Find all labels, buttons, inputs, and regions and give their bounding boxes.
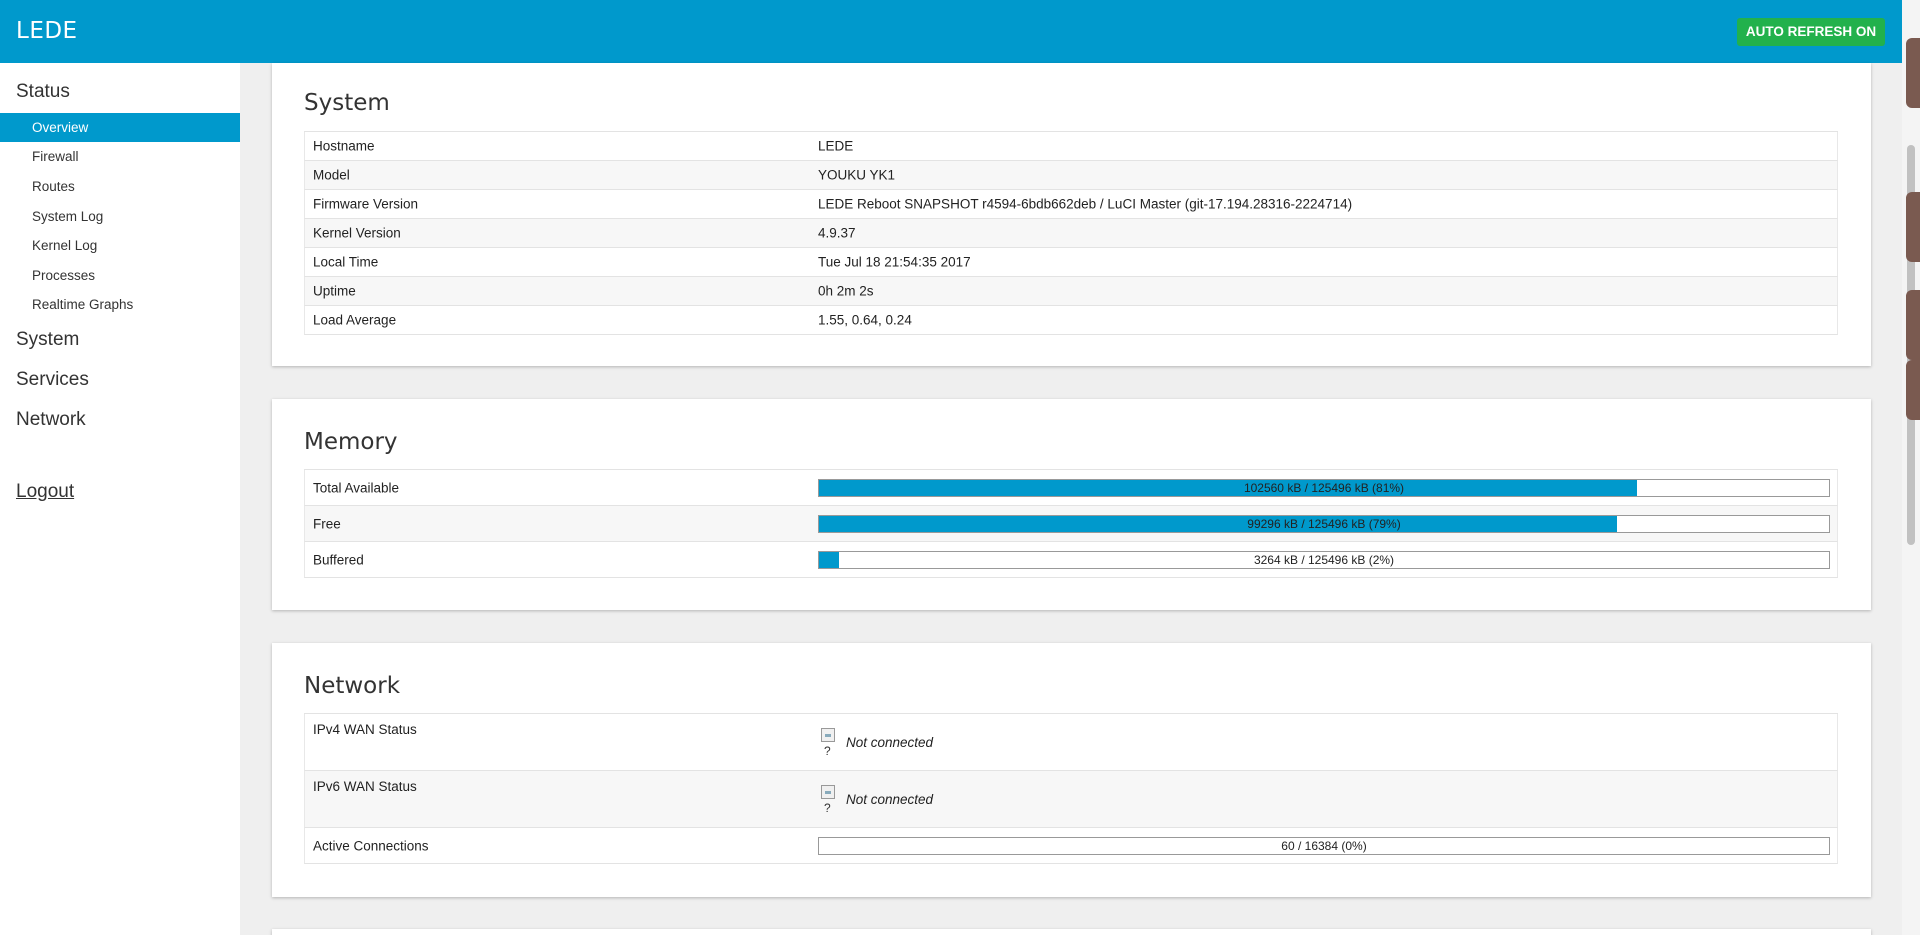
nav-system-log[interactable]: System Log (0, 202, 240, 231)
side-thumbnail (1906, 192, 1920, 262)
row-value: 1.55, 0.64, 0.24 (818, 312, 912, 328)
row-key: Buffered (313, 552, 364, 567)
table-row: Firmware Version LEDE Reboot SNAPSHOT r4… (304, 190, 1838, 219)
progress-bar: 102560 kB / 125496 kB (81%) (818, 478, 1830, 497)
progress-text: 99296 kB / 125496 kB (79%) (1247, 516, 1401, 531)
row-value: 4.9.37 (818, 225, 856, 241)
row-key: Active Connections (313, 838, 429, 853)
nav-system[interactable]: System (16, 329, 79, 351)
broken-image-icon: ? (818, 783, 838, 815)
row-value: LEDE Reboot SNAPSHOT r4594-6bdb662deb / … (818, 196, 1353, 212)
row-value: LEDE (818, 138, 854, 154)
nav-firewall[interactable]: Firewall (0, 142, 240, 171)
row-key: Total Available (313, 480, 400, 495)
network-title: Network (304, 673, 401, 699)
ipv4-wan-status: ? Not connected (818, 726, 933, 758)
progress-text: 3264 kB / 125496 kB (2%) (1253, 552, 1395, 567)
memory-panel: Memory Total Available 102560 kB / 12549… (272, 399, 1871, 610)
network-table: IPv4 WAN Status ? Not connected IPv6 WAN… (304, 713, 1838, 864)
nav-overview[interactable]: Overview (0, 113, 240, 142)
table-row: Active Connections 60 / 16384 (0%) (304, 828, 1838, 864)
table-row: IPv6 WAN Status ? Not connected (304, 771, 1838, 828)
row-key: IPv6 WAN Status (313, 779, 417, 794)
system-table: Hostname LEDE Model YOUKU YK1 Firmware V… (304, 131, 1838, 335)
system-title: System (304, 90, 390, 116)
table-row: Uptime 0h 2m 2s (304, 277, 1838, 306)
memory-title: Memory (304, 429, 398, 455)
nav-kernel-log[interactable]: Kernel Log (0, 231, 240, 260)
ipv6-wan-status: ? Not connected (818, 783, 933, 815)
nav-processes[interactable]: Processes (0, 261, 240, 290)
row-value: 0h 2m 2s (818, 283, 874, 299)
table-row: Buffered 3264 kB / 125496 kB (2%) (304, 542, 1838, 578)
row-key: Local Time (313, 254, 379, 270)
table-row: Kernel Version 4.9.37 (304, 219, 1838, 248)
row-key: Hostname (313, 138, 375, 154)
progress-bar: 3264 kB / 125496 kB (2%) (818, 550, 1830, 569)
side-thumbnail (1906, 290, 1920, 360)
network-panel: Network IPv4 WAN Status ? Not connected … (272, 643, 1871, 897)
table-row: Load Average 1.55, 0.64, 0.24 (304, 306, 1838, 335)
wan-status-text: Not connected (846, 734, 934, 750)
system-panel: System Hostname LEDE Model YOUKU YK1 Fir… (272, 63, 1871, 366)
broken-image-icon: ? (818, 726, 838, 758)
next-panel (272, 929, 1871, 935)
table-row: Local Time Tue Jul 18 21:54:35 2017 (304, 248, 1838, 277)
progress-text: 102560 kB / 125496 kB (81%) (1243, 480, 1405, 495)
nav-services[interactable]: Services (16, 369, 89, 391)
progress-bar: 99296 kB / 125496 kB (79%) (818, 514, 1830, 533)
side-thumbnail (1906, 360, 1920, 420)
table-row: IPv4 WAN Status ? Not connected (304, 714, 1838, 771)
row-key: IPv4 WAN Status (313, 722, 417, 737)
brand-logo[interactable]: LEDE (16, 18, 78, 44)
row-key: Uptime (313, 283, 356, 299)
row-value: YOUKU YK1 (818, 167, 896, 183)
row-value: Tue Jul 18 21:54:35 2017 (818, 254, 971, 270)
nav-realtime-graphs[interactable]: Realtime Graphs (0, 290, 240, 319)
progress-text: 60 / 16384 (0%) (1281, 838, 1367, 853)
nav-network[interactable]: Network (16, 409, 86, 431)
table-row: Model YOUKU YK1 (304, 161, 1838, 190)
row-key: Load Average (313, 312, 397, 328)
table-row: Total Available 102560 kB / 125496 kB (8… (304, 470, 1838, 506)
nav-status[interactable]: Status (16, 81, 70, 103)
progress-bar: 60 / 16384 (0%) (818, 836, 1830, 855)
top-bar: LEDE AUTO REFRESH ON (0, 0, 1902, 63)
table-row: Free 99296 kB / 125496 kB (79%) (304, 506, 1838, 542)
row-key: Model (313, 167, 350, 183)
sidebar: Status Overview Firewall Routes System L… (0, 63, 240, 935)
wan-status-text: Not connected (846, 791, 934, 807)
auto-refresh-button[interactable]: AUTO REFRESH ON (1737, 18, 1885, 46)
row-key: Firmware Version (313, 196, 419, 212)
side-thumbnail (1906, 38, 1920, 108)
logout-link[interactable]: Logout (16, 481, 74, 503)
row-key: Kernel Version (313, 225, 401, 241)
memory-table: Total Available 102560 kB / 125496 kB (8… (304, 469, 1838, 578)
nav-routes[interactable]: Routes (0, 172, 240, 201)
row-key: Free (313, 516, 341, 531)
table-row: Hostname LEDE (304, 132, 1838, 161)
